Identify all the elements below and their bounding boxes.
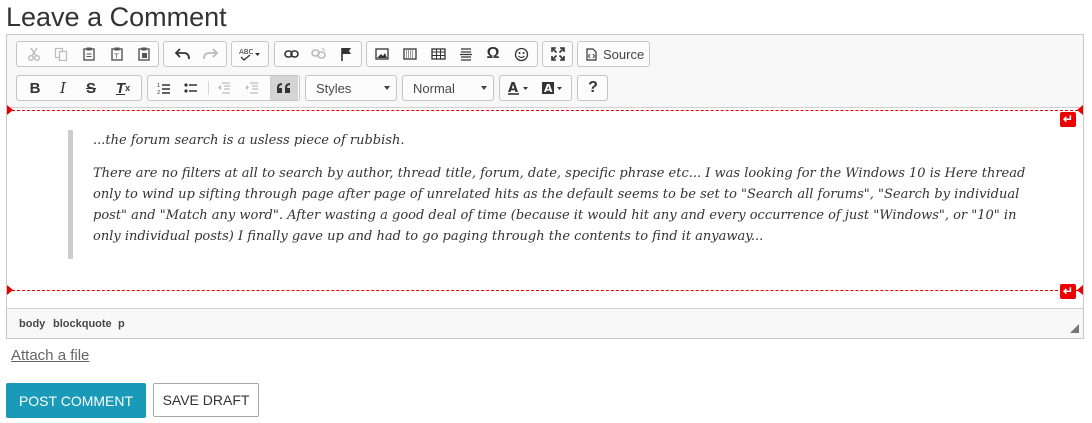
background-color-icon[interactable]: A (537, 76, 569, 100)
outdent-icon[interactable] (212, 76, 236, 100)
spellcheck-icon[interactable]: ABC (235, 42, 265, 66)
save-draft-button[interactable]: SAVE DRAFT (153, 383, 259, 417)
insert-paragraph-icon[interactable]: ↵ (1060, 112, 1076, 127)
link-group (274, 41, 362, 67)
block-marker-triangle (7, 285, 13, 295)
element-path-bar: body blockquote p (7, 308, 1083, 338)
attach-file-link[interactable]: Attach a file (11, 347, 89, 364)
source-group: Source (577, 41, 650, 67)
blockquote-icon[interactable] (270, 76, 298, 100)
block-marker-triangle (1077, 105, 1083, 115)
spellcheck-group: ABC (231, 41, 269, 67)
path-item-body[interactable]: body (19, 318, 45, 330)
image-icon[interactable] (370, 42, 394, 66)
cut-icon[interactable] (23, 42, 45, 66)
post-comment-button[interactable]: POST COMMENT (6, 383, 146, 418)
source-icon (586, 47, 597, 61)
path-item-p[interactable]: p (118, 318, 125, 330)
basic-styles-group: B I S Tx (16, 75, 142, 101)
svg-text:A: A (508, 81, 518, 95)
styles-dropdown[interactable]: Styles (305, 75, 397, 101)
anchor-flag-icon[interactable] (334, 42, 358, 66)
source-button[interactable]: Source (582, 42, 646, 66)
special-char-icon[interactable]: Ω (481, 42, 505, 66)
styles-value: Styles (316, 80, 352, 96)
block-marker-triangle (1077, 285, 1083, 295)
link-icon[interactable] (279, 42, 303, 66)
svg-text:2: 2 (157, 90, 160, 95)
smiley-icon[interactable] (509, 42, 533, 66)
blockquote: ...the forum search is a usless piece of… (68, 130, 1048, 259)
maximize-icon[interactable] (546, 42, 570, 66)
chevron-down-icon (481, 86, 487, 90)
numbered-list-icon[interactable]: 12 (152, 76, 176, 100)
rich-text-editor: T ABC Ω Source B I S T x 1 2 Styles Norm… (6, 34, 1084, 339)
editor-toolbar: T ABC Ω Source B I S T x 1 2 Styles Norm… (7, 35, 1083, 108)
insert-paragraph-icon[interactable]: ↵ (1060, 284, 1076, 299)
table-icon[interactable] (426, 42, 450, 66)
undo-icon[interactable] (170, 42, 194, 66)
quote-paragraph-2[interactable]: There are no filters at all to search by… (93, 163, 1048, 247)
svg-text:1: 1 (157, 83, 160, 89)
insert-group: Ω (366, 41, 538, 67)
horizontal-rule-icon[interactable] (454, 42, 478, 66)
block-bottom-marker-line (7, 290, 1083, 291)
help-icon[interactable]: ? (581, 76, 605, 100)
history-group (163, 41, 227, 67)
toolbar-separator (208, 81, 209, 95)
page-title: Leave a Comment (6, 2, 227, 32)
chevron-down-icon (384, 86, 390, 90)
resize-handle-icon[interactable] (1070, 324, 1079, 333)
italic-icon[interactable]: I (51, 76, 75, 100)
indent-icon[interactable] (240, 76, 264, 100)
block-marker-triangle (7, 105, 13, 115)
media-icon[interactable] (398, 42, 422, 66)
paste-icon[interactable] (78, 42, 100, 66)
paste-word-icon[interactable] (133, 42, 155, 66)
maximize-group (542, 41, 573, 67)
unlink-icon[interactable] (306, 42, 330, 66)
format-dropdown[interactable]: Normal (402, 75, 494, 101)
format-value: Normal (413, 80, 455, 96)
svg-text:T: T (114, 53, 120, 61)
copy-icon[interactable] (50, 42, 72, 66)
clipboard-group: T (16, 41, 159, 67)
redo-icon[interactable] (198, 42, 222, 66)
svg-text:A: A (544, 82, 553, 95)
remove-format-icon[interactable]: Tx (111, 76, 135, 100)
quote-paragraph-1[interactable]: ...the forum search is a usless piece of… (93, 130, 1048, 151)
bulleted-list-icon[interactable] (179, 76, 203, 100)
strikethrough-icon[interactable]: S (79, 76, 103, 100)
bold-icon[interactable]: B (23, 76, 47, 100)
paragraph-group: 12 (147, 75, 300, 101)
block-top-marker-line (7, 110, 1083, 111)
colors-group: A A (499, 75, 572, 101)
path-item-blockquote[interactable]: blockquote (53, 318, 112, 330)
source-label: Source (603, 46, 645, 62)
text-color-icon[interactable]: A (503, 76, 535, 100)
help-group: ? (577, 75, 608, 101)
svg-text:ABC: ABC (239, 48, 253, 56)
paste-text-icon[interactable]: T (106, 42, 128, 66)
editor-content-area[interactable]: ↵ ...the forum search is a usless piece … (7, 105, 1083, 311)
